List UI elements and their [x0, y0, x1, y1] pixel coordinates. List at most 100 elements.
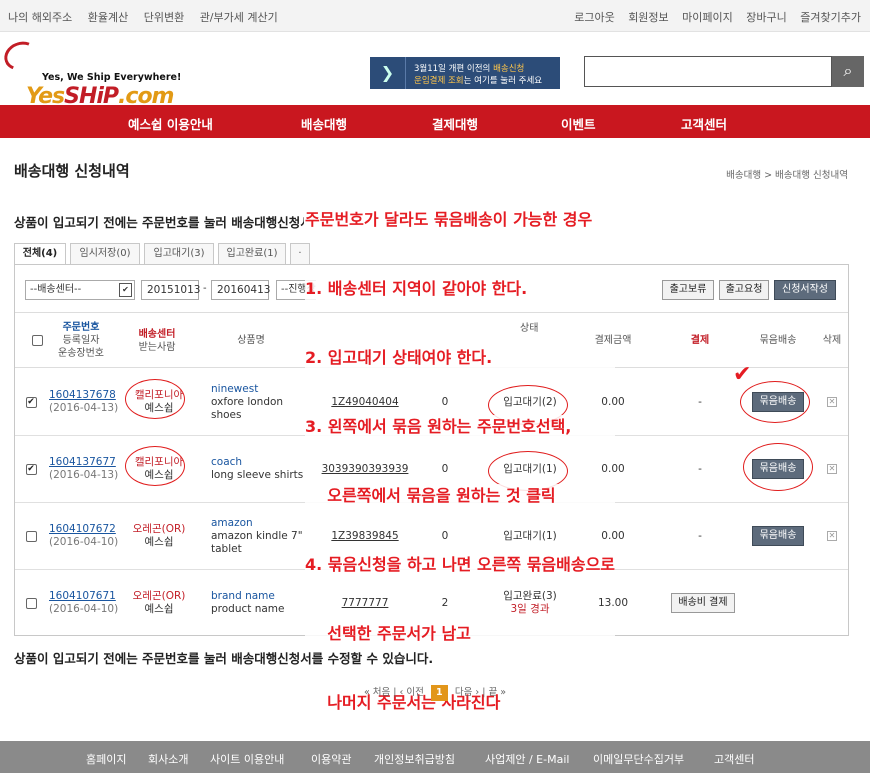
tab-temp-saved[interactable]: 임시저장(0) — [70, 243, 140, 265]
order-number-link[interactable]: 1604107671 — [49, 590, 116, 603]
order-cell: 1604137678 (2016-04-13) — [49, 389, 119, 414]
link-cart[interactable]: 장바구니 — [746, 11, 786, 24]
product-cell: brand name product name — [211, 590, 285, 615]
link-add-bookmark[interactable]: 즐겨찾기추가 — [800, 11, 861, 24]
banner-line-2: 운임결제 조회는 여기를 눌러 주세요 — [414, 76, 543, 86]
page-prev[interactable]: ‹ 이전 — [400, 687, 424, 698]
row-checkbox[interactable] — [25, 597, 37, 609]
chevron-right-icon: ❯ — [370, 57, 406, 89]
date-separator: - — [203, 283, 207, 294]
page-next[interactable]: 다음 › — [455, 687, 479, 698]
order-number-link[interactable]: 1604137678 — [49, 389, 116, 402]
delete-icon[interactable]: ✕ — [827, 397, 837, 407]
delete-cell: ✕ — [815, 369, 849, 435]
tab-arrived[interactable]: 입고완료(1) — [218, 243, 286, 265]
pay-shipping-fee-button[interactable]: 배송비 결제 — [671, 593, 735, 613]
bundle-shipping-button[interactable]: 묶음배송 — [751, 526, 805, 546]
nav-item-event[interactable]: 이벤트 — [561, 114, 596, 133]
page-first[interactable]: « 처음 — [364, 687, 390, 698]
logo-swoosh-icon — [0, 37, 42, 75]
edit-notice-bottom: 상품이 입고되기 전에는 주문번호를 눌러 배송대행신청서를 수정할 수 있습니… — [14, 651, 434, 666]
row-checkbox-cell: ✔ — [23, 436, 39, 502]
row-checkbox-cell — [23, 570, 39, 636]
product-cell: amazon amazon kindle 7" tablet — [211, 516, 303, 555]
tab-awaiting-arrival[interactable]: 입고대기(3) — [144, 243, 214, 265]
link-logout[interactable]: 로그아웃 — [574, 11, 614, 24]
annotation-oval — [740, 381, 810, 423]
footer: 홈페이지 회사소개 사이트 이용안내 이용약관 개인정보취급방침 사업제안 / … — [0, 741, 870, 773]
payment-cell: - — [698, 462, 702, 475]
pagination: « 처음 | ‹ 이전 1 다음 › | 끝 » — [0, 684, 870, 701]
header-center: 배송센터 받는사람 — [138, 328, 176, 353]
date-to-input[interactable]: 20160413 — [211, 280, 270, 300]
create-application-button[interactable]: 신청서작성 — [774, 280, 836, 300]
nav-item-payment-agency[interactable]: 결제대행 — [432, 114, 478, 133]
chevron-down-icon: ✔ — [119, 283, 132, 297]
footer-link-home[interactable]: 홈페이지 — [86, 751, 126, 767]
search-button[interactable]: ⌕ — [832, 56, 864, 87]
main-nav: 예스쉽 이용안내 배송대행 결제대행 이벤트 고객센터 — [0, 105, 870, 138]
header-product: 상품명 — [237, 335, 265, 346]
annotation-oval — [743, 443, 813, 491]
center-cell: 오레곤(OR) 예스쉽 — [132, 590, 186, 615]
payment-cell: - — [698, 395, 702, 408]
link-tax-calculator[interactable]: 관/부가세 계산기 — [200, 11, 278, 24]
annotation-oval — [125, 379, 185, 419]
order-cell: 1604107672 (2016-04-10) — [49, 523, 119, 548]
nav-item-customer-center[interactable]: 고객센터 — [681, 114, 727, 133]
shipping-inquiry-banner[interactable]: ❯ 3월11일 개편 이전의 배송신청 운임결제 조회는 여기를 눌러 주세요 — [370, 57, 560, 89]
product-cell: coach long sleeve shirts — [211, 456, 304, 481]
product-cell: ninewest oxfore london shoes — [211, 382, 284, 421]
link-mypage[interactable]: 마이페이지 — [682, 11, 733, 24]
footer-link-guide[interactable]: 사이트 이용안내 — [210, 751, 284, 767]
top-utility-bar: 나의 해외주소 환율계산 단위변환 관/부가세 계산기 로그아웃 회원정보 마이… — [0, 0, 870, 32]
breadcrumb: 배송대행 > 배송대행 신청내역 — [726, 170, 848, 181]
page-title: 배송대행 신청내역 — [14, 162, 130, 180]
annotation-oval — [125, 446, 185, 486]
tab-all[interactable]: 전체(4) — [14, 243, 66, 265]
link-exchange-rate[interactable]: 환율계산 — [88, 11, 128, 24]
footer-link-about[interactable]: 회사소개 — [148, 751, 188, 767]
delete-cell: ✕ — [815, 436, 849, 502]
row-checkbox-cell — [23, 503, 39, 569]
logo-tagline: Yes, We Ship Everywhere! — [42, 72, 182, 83]
order-cell: 1604107671 (2016-04-10) — [49, 590, 119, 615]
header-order: 주문번호 등록일자 운송장번호 — [58, 322, 104, 359]
header-select-all — [29, 313, 45, 368]
delete-icon[interactable]: ✕ — [827, 531, 837, 541]
footer-link-terms[interactable]: 이용약관 — [311, 751, 351, 767]
nav-item-guide[interactable]: 예스쉽 이용안내 — [128, 114, 213, 133]
delete-cell: ✕ — [815, 503, 849, 569]
footer-link-support[interactable]: 고객센터 — [714, 751, 754, 767]
search-icon: ⌕ — [843, 61, 853, 80]
order-number-link[interactable]: 1604137677 — [49, 456, 116, 469]
banner-line-1: 3월11일 개편 이전의 배송신청 — [414, 64, 525, 74]
site-logo[interactable]: Yes, We Ship Everywhere! YesSHiP.com — [0, 37, 204, 109]
checkmark-icon: ✔ — [733, 362, 752, 387]
row-checkbox[interactable]: ✔ — [25, 463, 37, 475]
row-checkbox-cell: ✔ — [23, 369, 39, 435]
center-select[interactable]: --배송센터-- ✔ — [25, 280, 135, 300]
order-number-link[interactable]: 1604107672 — [49, 523, 116, 536]
link-my-overseas-address[interactable]: 나의 해외주소 — [8, 11, 72, 24]
delete-icon[interactable]: ✕ — [827, 464, 837, 474]
hold-shipment-button[interactable]: 출고보류 — [662, 280, 714, 300]
request-shipment-button[interactable]: 출고요청 — [719, 280, 769, 300]
footer-link-privacy[interactable]: 개인정보취급방침 — [374, 751, 455, 767]
page-current[interactable]: 1 — [430, 685, 448, 701]
select-all-checkbox[interactable] — [31, 335, 43, 346]
center-cell: 오레곤(OR) 예스쉽 — [132, 523, 186, 548]
row-checkbox[interactable]: ✔ — [25, 396, 37, 408]
order-cell: 1604137677 (2016-04-13) — [49, 456, 119, 481]
row-checkbox[interactable] — [25, 530, 37, 542]
date-from-input[interactable]: 20151013 — [141, 280, 200, 300]
payment-cell: - — [698, 529, 702, 542]
link-member-info[interactable]: 회원정보 — [628, 11, 668, 24]
page-last[interactable]: 끝 » — [488, 687, 506, 698]
search-input[interactable] — [584, 56, 832, 87]
footer-link-no-email-collect[interactable]: 이메일무단수집거부 — [593, 751, 684, 767]
link-unit-converter[interactable]: 단위변환 — [144, 11, 184, 24]
header-payment: 결제 — [690, 335, 710, 346]
footer-link-proposal[interactable]: 사업제안 / E-Mail — [485, 751, 569, 767]
nav-item-shipping-agency[interactable]: 배송대행 — [301, 114, 347, 133]
